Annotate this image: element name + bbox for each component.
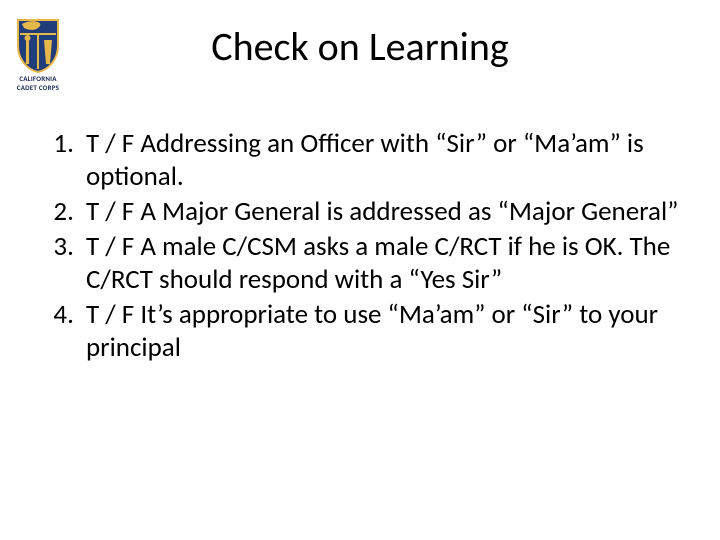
question-text: A male C/CSM asks a male C/RCT if he is … <box>86 230 670 296</box>
logo-label-line2: CADET CORPS <box>10 84 66 91</box>
question-text: It’s appropriate to use “Ma’am” or “Sir”… <box>86 298 658 364</box>
question-list: T / F Addressing an Officer with “Sir” o… <box>34 128 680 365</box>
list-item: T / F It’s appropriate to use “Ma’am” or… <box>80 299 680 365</box>
tf-label: T / F <box>86 195 134 228</box>
question-text: A Major General is addressed as “Major G… <box>140 195 678 228</box>
content-area: T / F Addressing an Officer with “Sir” o… <box>34 128 680 367</box>
logo-label-line1: CALIFORNIA <box>10 75 66 82</box>
list-item: T / F Addressing an Officer with “Sir” o… <box>80 128 680 194</box>
slide: CALIFORNIA CADET CORPS Check on Learning… <box>0 0 720 540</box>
list-item: T / F A male C/CSM asks a male C/RCT if … <box>80 231 680 297</box>
tf-label: T / F <box>86 230 134 263</box>
list-item: T / F A Major General is addressed as “M… <box>80 196 680 229</box>
slide-title: Check on Learning <box>0 22 720 71</box>
question-text: Addressing an Officer with “Sir” or “Ma’… <box>86 127 644 193</box>
tf-label: T / F <box>86 127 134 160</box>
tf-label: T / F <box>86 298 134 331</box>
